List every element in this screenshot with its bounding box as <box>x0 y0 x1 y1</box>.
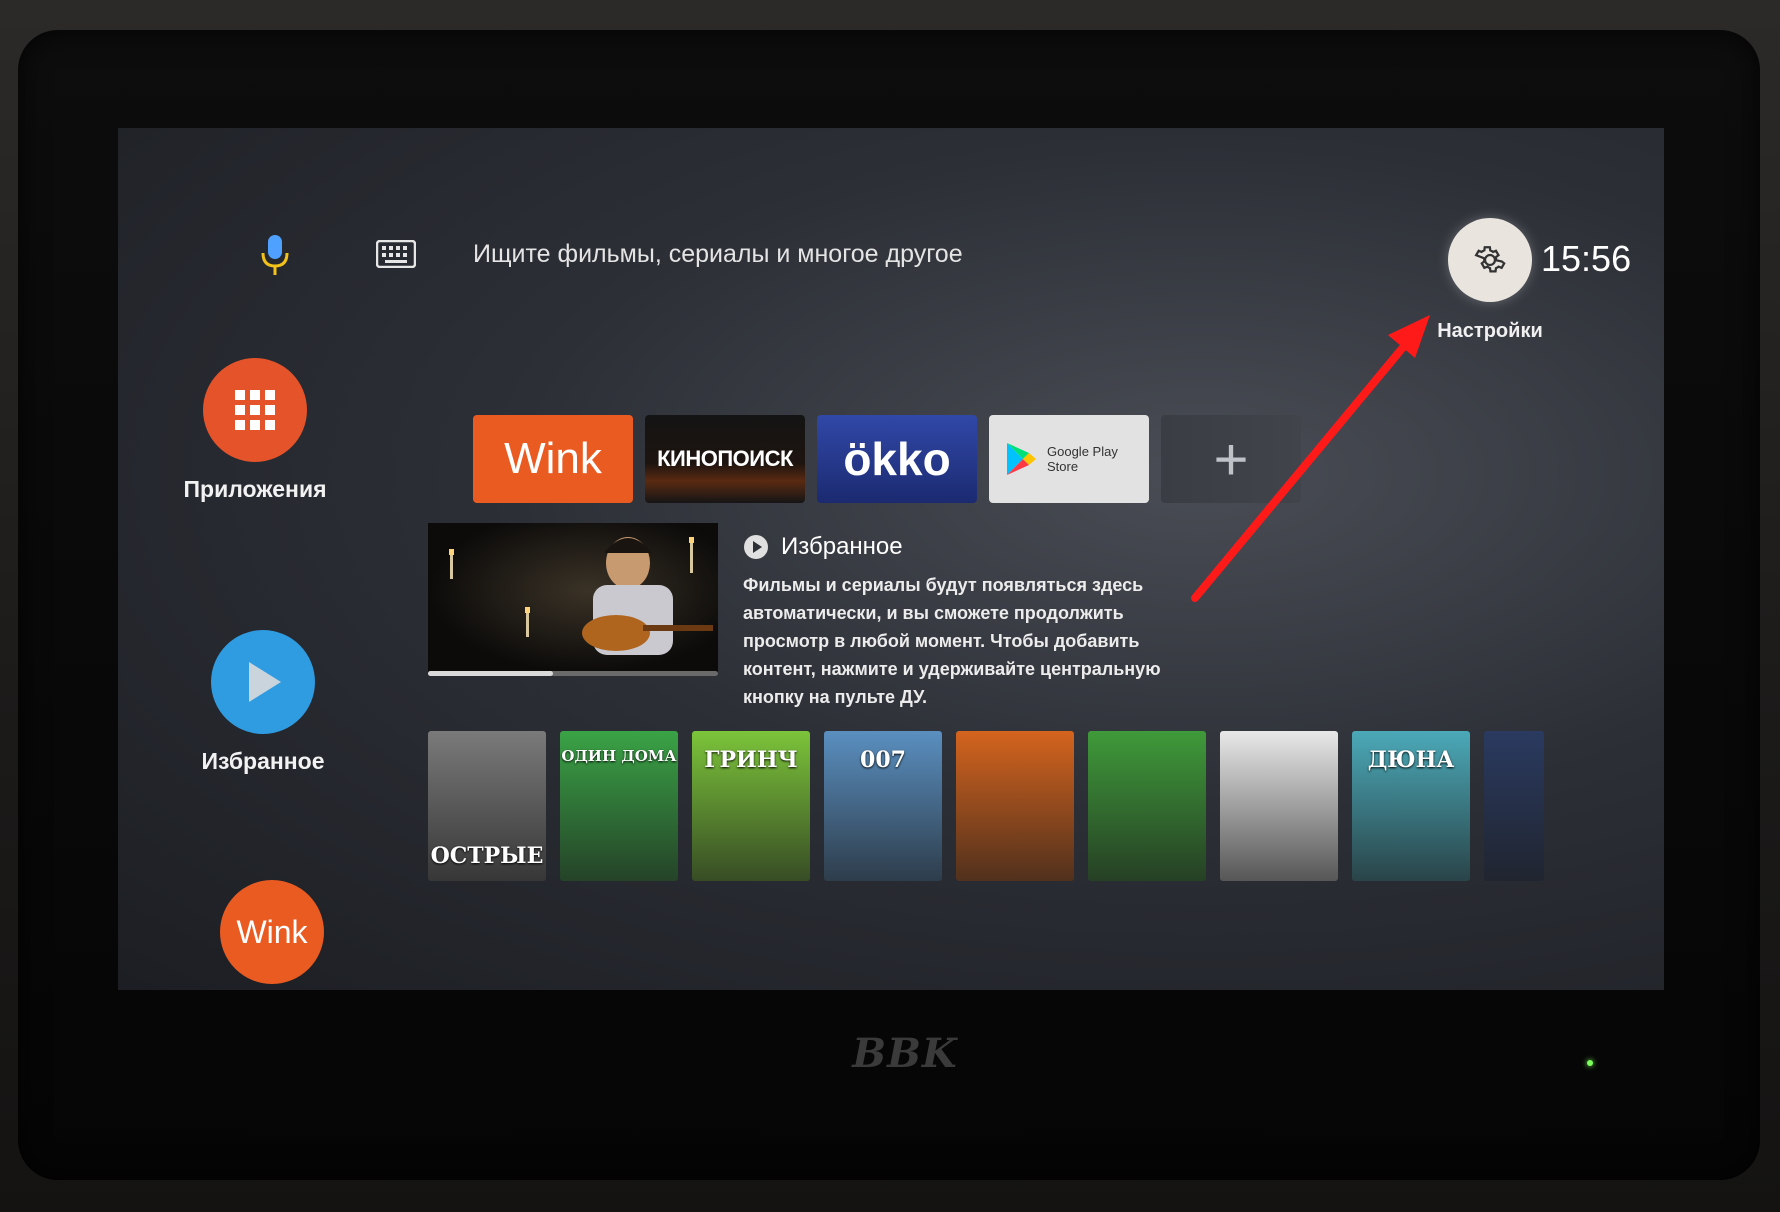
settings-button[interactable] <box>1448 218 1532 302</box>
favorites-description: Фильмы и сериалы будут появляться здесь … <box>743 575 1161 707</box>
plus-icon: + <box>1213 425 1249 493</box>
poster-card[interactable]: ГРИНЧ <box>692 731 810 881</box>
favorites-progress-fill <box>428 671 553 676</box>
app-tile-google-play[interactable]: Google Play Store <box>989 415 1149 503</box>
rail-item-apps[interactable]: Приложения <box>183 358 327 503</box>
settings-label: Настройки <box>1437 320 1543 342</box>
search-input[interactable]: Ищите фильмы, сериалы и многое другое <box>473 240 963 269</box>
tv-brand-logo: BBK <box>852 1030 958 1077</box>
keyboard-icon[interactable] <box>376 240 416 268</box>
poster-card[interactable] <box>1088 731 1206 881</box>
apps-circle <box>203 358 307 462</box>
apps-grid-icon <box>235 390 275 430</box>
google-play-icon <box>1007 443 1036 475</box>
wink-logo: Wink <box>236 913 308 950</box>
favorites-progress-bar <box>428 671 718 676</box>
favorites-preview-image[interactable] <box>428 523 718 673</box>
tv-screen: Ищите фильмы, сериалы и многое другое На… <box>118 128 1664 990</box>
play-icon <box>249 662 281 702</box>
wink-circle: Wink <box>220 880 324 984</box>
poster-card[interactable]: ОДИН ДОМА <box>560 731 678 881</box>
poster-card[interactable]: 007 <box>824 731 942 881</box>
recommendations-row: ОСТРЫЕ ОДИН ДОМА ГРИНЧ 007 ДЮНА <box>428 731 1544 881</box>
power-led <box>1587 1060 1593 1066</box>
poster-card[interactable] <box>1220 731 1338 881</box>
google-play-label: Google Play Store <box>1047 444 1118 474</box>
poster-title: 007 <box>860 747 906 773</box>
add-app-button[interactable]: + <box>1161 415 1301 503</box>
poster-title: ДЮНА <box>1367 747 1455 773</box>
rail-item-favorites[interactable]: Избранное <box>198 630 328 775</box>
poster-title: ОСТРЫЕ <box>430 843 544 869</box>
favorites-circle <box>211 630 315 734</box>
poster-title: ОДИН ДОМА <box>561 747 677 765</box>
clock: 15:56 <box>1541 238 1632 279</box>
favorites-title: Избранное <box>743 533 903 561</box>
rail-label-favorites: Избранное <box>201 748 325 774</box>
poster-card[interactable] <box>1484 731 1544 881</box>
app-tile-okko[interactable]: ökko <box>817 415 977 503</box>
app-label: Wink <box>504 434 602 483</box>
app-label: КИНОПОИСК <box>657 446 793 471</box>
top-bar: Ищите фильмы, сериалы и многое другое На… <box>118 128 1664 342</box>
gear-icon <box>1474 246 1506 273</box>
app-tile-kinopoisk[interactable]: КИНОПОИСК <box>645 415 805 503</box>
app-tile-wink[interactable]: Wink <box>473 415 633 503</box>
favorites-title-text: Избранное <box>781 533 903 560</box>
microphone-icon[interactable] <box>258 233 292 277</box>
poster-card[interactable] <box>956 731 1074 881</box>
app-label: ökko <box>843 433 951 485</box>
poster-card[interactable]: ОСТРЫЕ <box>428 731 546 881</box>
rail-label-apps: Приложения <box>183 476 327 502</box>
rail-item-wink[interactable]: Wink <box>212 880 332 984</box>
poster-title: ГРИНЧ <box>704 747 798 773</box>
poster-card[interactable]: ДЮНА <box>1352 731 1470 881</box>
apps-row: Wink КИНОПОИСК ökko Google Play Store + <box>473 415 1301 503</box>
play-circle-icon <box>744 535 768 559</box>
